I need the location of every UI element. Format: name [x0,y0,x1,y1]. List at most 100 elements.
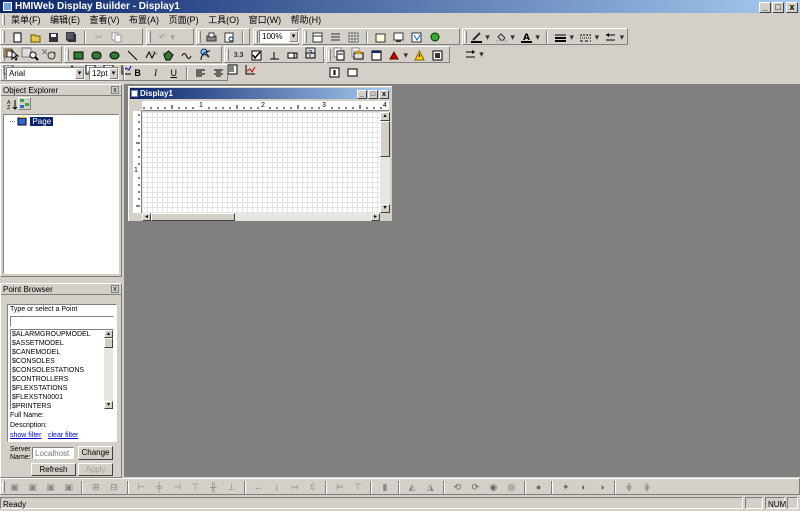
menu-view[interactable]: 查看(V) [87,13,123,27]
show-filter-link[interactable]: show filter [10,432,42,439]
display-canvas[interactable] [142,112,380,213]
grid-icon[interactable] [348,32,359,43]
point-list-item[interactable]: $CONSOLES [12,357,113,366]
object-explorer-close-button[interactable]: x [111,86,119,94]
scroll-up-button[interactable]: ▴ [104,330,113,338]
hierarchy-view-icon[interactable] [18,97,31,110]
center-horizontal-icon[interactable]: ⊨ [334,482,345,493]
open-folder-icon[interactable] [30,32,41,43]
display-window-title-bar[interactable]: Display1 _ □ x [130,88,390,99]
vscroll-thumb[interactable] [380,121,390,157]
vscroll-down-button[interactable]: ▾ [380,204,390,213]
zoom-icon[interactable] [28,50,39,61]
point-browser-close-button[interactable]: x [111,285,119,293]
line-tool-icon[interactable] [127,50,138,61]
menu-edit[interactable]: 编辑(E) [47,13,83,27]
send-backward-icon[interactable]: ▣ [63,482,74,493]
menu-grip[interactable] [2,15,5,25]
display-close-button[interactable]: x [379,90,389,99]
ungroup-icon[interactable]: ⊟ [108,482,119,493]
warning-icon[interactable] [414,49,426,61]
space-vertical-icon[interactable]: ↕ [271,482,282,493]
refresh-button[interactable]: Refresh [31,463,76,476]
start-arrow-icon[interactable] [605,32,616,43]
fill-color-icon[interactable] [495,32,508,44]
align-center-icon[interactable] [213,68,224,79]
change-server-button[interactable]: Change [78,446,113,460]
rotate-left-icon[interactable]: ⟲ [452,482,463,493]
display-properties-icon[interactable] [393,32,404,43]
italic-button[interactable]: I [150,68,161,79]
same-height-icon[interactable]: ⇳ [307,482,318,493]
point-list-item[interactable]: $CONTROLLERS [12,375,113,384]
menu-page[interactable]: 页面(P) [166,13,202,27]
align-bottoms-icon[interactable]: ⊥ [226,482,237,493]
point-list[interactable]: $ALARMGROUPMODEL $ASSETMODEL $CANEMODEL … [10,329,114,410]
list-view-icon[interactable] [330,32,341,43]
fill-color-dropdown-icon[interactable]: ▾ [510,32,515,43]
bold-button[interactable]: B [132,68,143,79]
horizontal-scrollbar[interactable]: ◂ ▸ [142,213,380,221]
new-file-icon[interactable] [12,32,23,43]
point-list-item[interactable]: $CANEMODEL [12,348,113,357]
menu-help[interactable]: 帮助(H) [288,13,325,27]
lock-icon[interactable]: ▮ [380,482,391,493]
space-horizontal-icon[interactable]: ↔ [253,482,264,493]
polyline-tool-icon[interactable] [145,50,156,61]
menu-arrange[interactable]: 布置(A) [126,13,162,27]
smooth-node-icon[interactable]: ◑ [596,482,607,493]
align-lefts-icon[interactable]: ⊢ [136,482,147,493]
font-size-dropdown-icon[interactable]: ▾ [109,68,118,79]
scroll-thumb[interactable] [104,338,113,348]
size-grip[interactable] [380,213,390,221]
send-to-back-icon[interactable]: ▣ [27,482,38,493]
align-centers-icon[interactable]: ╪ [154,482,165,493]
combine-icon[interactable]: ◉ [488,482,499,493]
pointer-icon[interactable] [10,49,21,61]
arc-tool-icon[interactable] [200,50,211,61]
same-width-icon[interactable]: ⇿ [289,482,300,493]
font-name-dropdown-icon[interactable]: ▾ [75,68,84,79]
font-size-combo[interactable]: 12pt ▾ [89,67,119,80]
menu-window[interactable]: 窗口(W) [246,13,285,27]
polygon-tool-icon[interactable] [163,50,175,61]
print-icon[interactable] [206,32,217,43]
underline-button[interactable]: U [168,68,179,79]
minimize-button[interactable]: _ [759,2,771,13]
center-vertical-icon[interactable]: ⊤ [352,482,363,493]
rotate-right-icon[interactable]: ⟳ [470,482,481,493]
line-width-icon[interactable] [555,32,567,43]
vscroll-up-button[interactable]: ▴ [380,112,390,121]
sort-icon[interactable]: AZ [7,99,18,111]
shape-sequence-icon[interactable] [353,50,364,61]
union-icon[interactable]: ● [533,482,544,493]
align-middles-icon[interactable]: ╫ [208,482,219,493]
clear-filter-link[interactable]: clear filter [48,432,78,439]
flip-horizontal-icon[interactable]: ◭ [407,482,418,493]
page-object-icon[interactable] [335,50,346,61]
point-list-scrollbar[interactable]: ▴ ▾ [104,330,113,409]
point-list-item[interactable]: $ASSETMODEL [12,339,113,348]
menu-file[interactable]: 菜单(F) [8,13,44,27]
pushbutton-tool-icon[interactable] [269,50,280,61]
alphanumeric-tool-icon[interactable]: 3.3 [233,50,244,61]
copy-icon[interactable] [111,32,122,43]
display-maximize-button[interactable]: □ [368,90,378,99]
add-node-icon[interactable]: ✦ [560,482,571,493]
hscroll-thumb[interactable] [151,213,235,221]
alarm-icon[interactable] [389,50,400,61]
test-icon[interactable] [430,32,441,43]
bring-to-front-icon[interactable]: ▣ [9,482,20,493]
image-object-icon[interactable] [432,50,443,61]
align-left-icon[interactable] [195,68,206,79]
bring-forward-icon[interactable]: ▣ [45,482,56,493]
menu-tools[interactable]: 工具(O) [205,13,242,27]
checkbox-tool-icon[interactable] [251,50,262,61]
start-arrow-dropdown-icon[interactable]: ▾ [619,32,625,43]
alarm-dropdown-icon[interactable]: ▾ [403,50,408,61]
point-list-item[interactable]: $ALARMGROUPMODEL [12,330,113,339]
point-search-input[interactable] [10,316,114,327]
delete-node-icon[interactable]: ◐ [578,482,589,493]
point-list-item[interactable]: $FLEXSTATIONS [12,384,113,393]
print-preview-icon[interactable] [224,32,235,43]
